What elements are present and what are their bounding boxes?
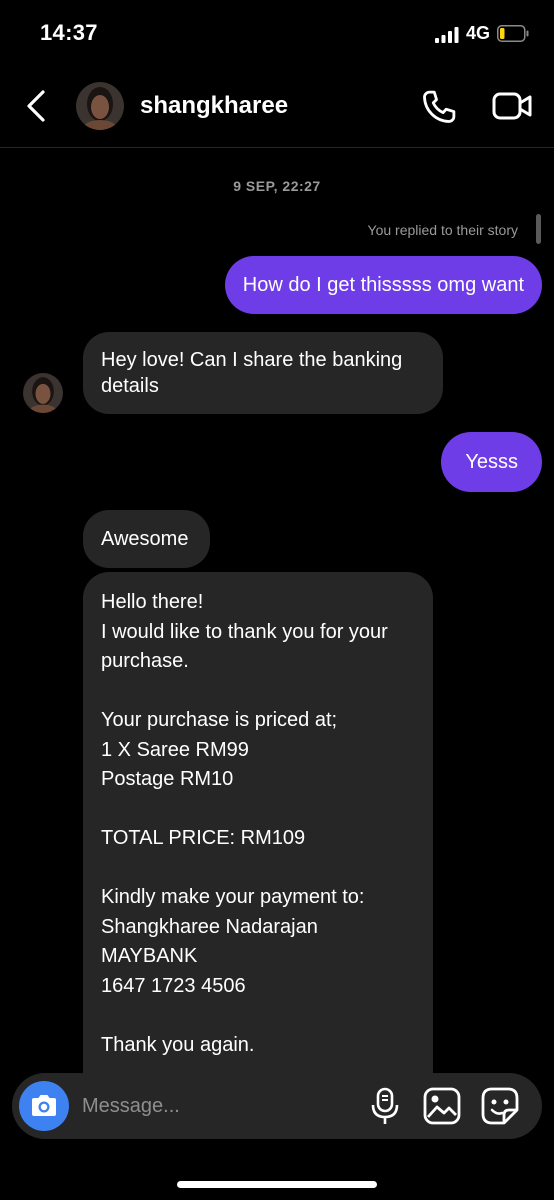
video-icon — [492, 92, 532, 120]
sticker-icon — [481, 1087, 519, 1125]
incoming-message[interactable]: Hello there! I would like to thank you f… — [83, 572, 433, 1073]
avatar[interactable] — [76, 82, 124, 130]
outgoing-message[interactable]: How do I get thisssss omg want — [224, 256, 542, 314]
sticker-button[interactable] — [480, 1086, 520, 1126]
video-call-button[interactable] — [490, 86, 534, 128]
message-input[interactable] — [82, 1086, 352, 1126]
sender-avatar[interactable] — [23, 373, 63, 413]
message-timestamp: 9 SEP, 22:27 — [233, 178, 321, 194]
outgoing-message[interactable]: Yesss — [441, 432, 542, 492]
story-reply-note: You replied to their story — [367, 222, 518, 238]
network-label: 4G — [466, 23, 491, 43]
avatar-image — [76, 82, 124, 130]
avatar-image — [23, 373, 63, 413]
chat-username[interactable]: shangkharee — [140, 92, 288, 120]
message-composer — [12, 1073, 542, 1139]
battery-icon — [497, 25, 529, 42]
voice-message-button[interactable] — [367, 1086, 403, 1126]
incoming-message[interactable]: Hey love! Can I share the banking detail… — [83, 332, 443, 414]
chat-header: shangkharee — [0, 72, 554, 148]
microphone-icon — [371, 1087, 399, 1124]
gallery-button[interactable] — [422, 1086, 462, 1126]
back-icon — [27, 90, 45, 122]
status-time: 14:37 — [40, 20, 98, 45]
signal-icon — [435, 27, 459, 43]
camera-icon — [32, 1095, 56, 1116]
story-reply-indicator — [536, 214, 541, 244]
status-bar: 14:37 4G — [0, 0, 554, 66]
phone-icon — [423, 90, 456, 123]
incoming-message[interactable]: Awesome — [83, 510, 210, 568]
camera-button[interactable] — [19, 1081, 69, 1131]
home-indicator[interactable] — [177, 1181, 377, 1188]
gallery-icon — [423, 1087, 461, 1125]
back-button[interactable] — [20, 86, 52, 126]
call-button[interactable] — [418, 86, 460, 128]
message-thread[interactable]: 9 SEP, 22:27 You replied to their story … — [0, 148, 554, 1073]
